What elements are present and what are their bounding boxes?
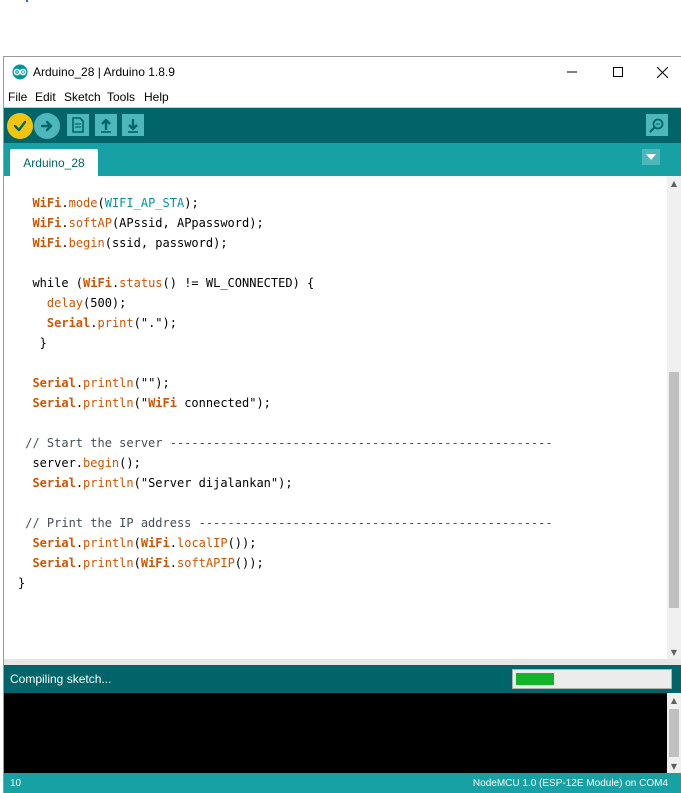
console-scrollbar[interactable]: ▲ ▼ [667, 693, 681, 773]
editor-scroll-thumb[interactable] [669, 372, 679, 608]
code-line: Serial.println("WiFi connected"); [32, 396, 271, 410]
chevron-down-icon [646, 154, 656, 160]
code-line: Serial.println(WiFi.localIP()); [32, 536, 257, 550]
code-editor[interactable]: WiFi.mode(WIFI_AP_STA); WiFi.softAP(APss… [4, 176, 667, 659]
code-line: // Start the server --------------------… [25, 436, 553, 450]
console-scroll-thumb[interactable] [669, 709, 679, 757]
toolbar [4, 107, 681, 143]
code-line: server.begin(); [18, 456, 141, 470]
scroll-down-icon[interactable]: ▼ [667, 645, 681, 659]
close-icon [656, 66, 668, 78]
minimize-button[interactable] [549, 57, 595, 87]
compile-progress-fill [516, 673, 554, 685]
tab-bar: Arduino_28 [4, 143, 681, 176]
status-bar: 10 NodeMCU 1.0 (ESP-12E Module) on COM4 [4, 773, 681, 793]
tab-arduino-28[interactable]: Arduino_28 [10, 149, 98, 176]
serial-monitor-button[interactable] [646, 114, 668, 136]
code-line: delay(500); [46, 296, 127, 310]
code-line: WiFi.begin(ssid, password); [32, 236, 228, 250]
menu-edit[interactable]: Edit [35, 90, 56, 104]
close-button[interactable] [639, 57, 681, 87]
menu-file[interactable]: File [8, 90, 27, 104]
new-icon [72, 117, 84, 133]
status-panel: Compiling sketch... [4, 665, 681, 693]
scroll-up-icon[interactable]: ▲ [667, 176, 681, 190]
maximize-icon [613, 67, 623, 77]
code-line: WiFi.softAP(APssid, APpassword); [32, 216, 264, 230]
compile-progress-bar [512, 669, 672, 689]
minimize-icon [567, 71, 577, 73]
upload-button[interactable] [34, 113, 60, 139]
console-output[interactable] [4, 693, 667, 773]
line-number: 10 [10, 778, 22, 789]
arduino-window: Arduino_28 | Arduino 1.8.9 File Edit Ske… [3, 56, 681, 793]
code-line: Serial.println("Server dijalankan"); [32, 476, 293, 490]
serial-monitor-icon [649, 118, 664, 133]
desktop-pixel [26, 0, 28, 2]
maximize-button[interactable] [595, 57, 641, 87]
code-line: // Print the IP address ----------------… [25, 516, 553, 530]
console-scroll-down-icon[interactable]: ▼ [667, 759, 681, 773]
menu-sketch[interactable]: Sketch [64, 90, 101, 104]
save-icon [128, 119, 138, 133]
tab-menu-button[interactable] [642, 149, 660, 165]
screenshot: Arduino_28 | Arduino 1.8.9 File Edit Ske… [0, 0, 681, 793]
menu-bar: File Edit Sketch Tools Help [4, 87, 681, 107]
verify-icon [13, 120, 27, 132]
code-line: Serial.println(WiFi.softAPIP()); [32, 556, 264, 570]
open-button[interactable] [95, 114, 117, 136]
menu-tools[interactable]: Tools [107, 90, 135, 104]
code-line: Serial.println(""); [32, 376, 170, 390]
console-scroll-up-icon[interactable]: ▲ [667, 693, 681, 707]
code-line: Serial.print("."); [46, 316, 177, 330]
editor-scrollbar[interactable]: ▲ ▼ [667, 176, 681, 659]
code-line: } [18, 336, 47, 350]
open-icon [101, 118, 111, 133]
upload-icon [40, 120, 53, 132]
verify-button[interactable] [7, 113, 33, 139]
code-line: } [18, 576, 26, 590]
new-button[interactable] [67, 114, 89, 136]
arduino-logo-icon [12, 64, 28, 80]
board-port-info: NodeMCU 1.0 (ESP-12E Module) on COM4 [472, 778, 668, 789]
save-button[interactable] [122, 114, 144, 136]
status-message: Compiling sketch... [10, 672, 112, 686]
menu-help[interactable]: Help [144, 90, 169, 104]
code-line: while (WiFi.status() != WL_CONNECTED) { [18, 276, 315, 290]
title-bar[interactable]: Arduino_28 | Arduino 1.8.9 [4, 57, 681, 87]
window-title: Arduino_28 | Arduino 1.8.9 [33, 65, 175, 79]
code-line: WiFi.mode(WIFI_AP_STA); [32, 196, 199, 210]
